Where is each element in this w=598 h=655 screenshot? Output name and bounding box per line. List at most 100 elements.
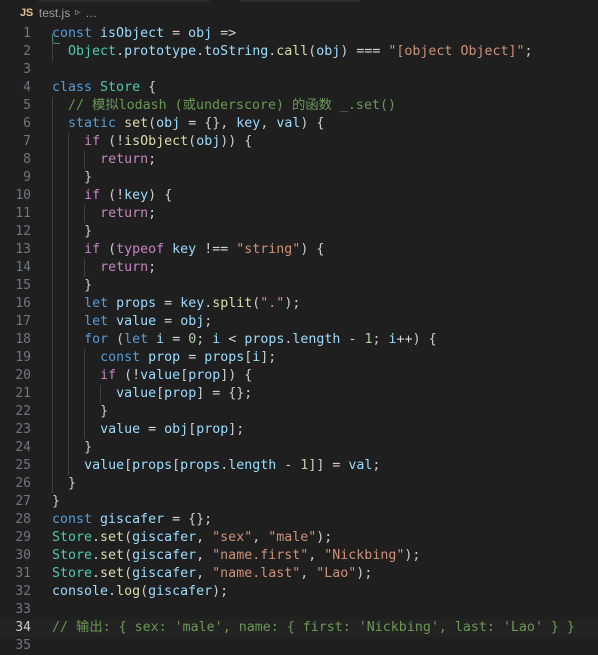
code-line[interactable]: 29 Store.set(giscafer, "sex", "male"); bbox=[0, 529, 598, 547]
code-text[interactable]: Store.set(giscafer, "name.last", "Lao"); bbox=[44, 565, 598, 583]
line-number: 32 bbox=[15, 584, 31, 599]
code-line[interactable]: 25 value[props[props.length - 1]] = val; bbox=[0, 457, 598, 475]
line-number: 7 bbox=[23, 134, 31, 149]
code-text[interactable]: value[prop] = {}; bbox=[44, 385, 598, 403]
code-line[interactable]: 20 if (!value[prop]) { bbox=[0, 367, 598, 385]
line-number: 29 bbox=[15, 530, 31, 545]
code-text[interactable]: let value = obj; bbox=[44, 313, 598, 331]
code-line[interactable]: 27} bbox=[0, 493, 598, 511]
code-tokens: const giscafer = {}; bbox=[52, 512, 213, 527]
code-text[interactable]: const isObject = obj => bbox=[44, 25, 598, 43]
code-text[interactable] bbox=[44, 601, 598, 619]
code-text[interactable]: Object.prototype.toString.call(obj) === … bbox=[44, 34, 598, 61]
code-line[interactable]: 19 const prop = props[i]; bbox=[0, 349, 598, 367]
code-line[interactable]: 18 for (let i = 0; i < props.length - 1;… bbox=[0, 331, 598, 349]
code-line[interactable]: 22 } bbox=[0, 403, 598, 421]
code-line[interactable]: 5 // 模拟lodash (或underscore) 的函数 _.set() bbox=[0, 97, 598, 115]
code-line[interactable]: 17 let value = obj; bbox=[0, 313, 598, 331]
code-tokens: value[props[props.length - 1]] = val; bbox=[84, 458, 381, 473]
code-line[interactable]: 30 Store.set(giscafer, "name.first", "Nic… bbox=[0, 547, 598, 565]
code-line[interactable]: 32 console.log(giscafer); bbox=[0, 583, 598, 601]
line-number: 21 bbox=[15, 386, 31, 401]
code-text[interactable]: value = obj[prop]; bbox=[44, 421, 598, 439]
code-text[interactable]: static set(obj = {}, key, val) { bbox=[44, 115, 598, 133]
line-number: 17 bbox=[15, 314, 31, 329]
chevron-right-icon: ▹ bbox=[75, 7, 81, 18]
code-editor[interactable]: 1 const isObject = obj => 2 Object.prototy… bbox=[0, 25, 598, 655]
code-text[interactable]: const giscafer = {}; bbox=[44, 511, 598, 529]
code-tokens: Store.set(giscafer, "name.first", "Nickb… bbox=[52, 548, 421, 563]
code-tokens: return; bbox=[100, 206, 157, 221]
code-text[interactable]: } bbox=[44, 403, 598, 421]
line-number: 22 bbox=[15, 404, 31, 419]
line-number: 9 bbox=[23, 170, 31, 185]
code-line[interactable]: 2 Object.prototype.toString.call(obj) ==… bbox=[0, 34, 598, 61]
breadcrumb-overflow[interactable]: … bbox=[85, 6, 97, 20]
code-tokens: let props = key.split("."); bbox=[84, 296, 301, 311]
code-line[interactable]: 12 } bbox=[0, 223, 598, 241]
line-number: 6 bbox=[23, 116, 31, 131]
code-tokens: } bbox=[52, 494, 61, 509]
code-text[interactable]: return; bbox=[44, 151, 598, 169]
code-line[interactable]: 15 } bbox=[0, 277, 598, 295]
code-line[interactable]: 9 } bbox=[0, 169, 598, 187]
code-text[interactable]: let props = key.split("."); bbox=[44, 295, 598, 313]
code-text[interactable]: if (typeof key !== "string") { bbox=[44, 241, 598, 259]
code-text[interactable]: } bbox=[44, 493, 598, 511]
code-line[interactable]: 31 Store.set(giscafer, "name.last", "Lao"… bbox=[0, 565, 598, 583]
code-tokens: Store.set(giscafer, "sex", "male"); bbox=[52, 530, 333, 545]
code-tokens: } bbox=[84, 278, 93, 293]
code-tokens: // 输出: { sex: 'male', name: { first: 'Ni… bbox=[52, 620, 575, 635]
line-number: 14 bbox=[15, 260, 31, 275]
code-tokens: } bbox=[100, 404, 109, 419]
code-line[interactable]: 4 class Store { bbox=[0, 79, 598, 97]
code-text[interactable]: value[props[props.length - 1]] = val; bbox=[44, 457, 598, 475]
code-line[interactable]: 24 } bbox=[0, 439, 598, 457]
code-text[interactable]: // 输出: { sex: 'male', name: { first: 'Ni… bbox=[44, 619, 598, 637]
code-text[interactable]: // 模拟lodash (或underscore) 的函数 _.set() bbox=[44, 97, 598, 115]
line-number: 13 bbox=[15, 242, 31, 257]
code-line[interactable]: 1 const isObject = obj => bbox=[0, 25, 598, 43]
js-file-icon: JS bbox=[20, 6, 33, 19]
code-line[interactable]: 14 return; bbox=[0, 259, 598, 277]
code-text[interactable]: for (let i = 0; i < props.length - 1; i+… bbox=[44, 331, 598, 349]
code-text[interactable]: } bbox=[44, 223, 598, 241]
code-tokens: static set(obj = {}, key, val) { bbox=[68, 116, 325, 131]
code-line[interactable]: 26 } bbox=[0, 475, 598, 493]
code-text[interactable]: if (!key) { bbox=[44, 187, 598, 205]
code-text[interactable]: const prop = props[i]; bbox=[44, 349, 598, 367]
code-text[interactable]: Store.set(giscafer, "name.first", "Nickb… bbox=[44, 547, 598, 565]
code-line[interactable]: 33 bbox=[0, 601, 598, 619]
code-line[interactable]: 23 value = obj[prop]; bbox=[0, 421, 598, 439]
code-text[interactable]: class Store { bbox=[44, 79, 598, 97]
code-text[interactable] bbox=[44, 637, 598, 655]
code-text[interactable]: } bbox=[44, 475, 598, 493]
code-tokens: } bbox=[84, 440, 93, 455]
code-tokens: return; bbox=[100, 152, 157, 167]
code-line[interactable]: 7 if (!isObject(obj)) { bbox=[0, 133, 598, 151]
code-text[interactable]: if (!isObject(obj)) { bbox=[44, 133, 598, 151]
code-text[interactable]: } bbox=[44, 169, 598, 187]
code-line[interactable]: 8 return; bbox=[0, 151, 598, 169]
code-text[interactable]: } bbox=[44, 439, 598, 457]
code-text[interactable]: return; bbox=[44, 259, 598, 277]
code-line[interactable]: 34 // 输出: { sex: 'male', name: { first: '… bbox=[0, 619, 598, 637]
line-number: 27 bbox=[15, 494, 31, 509]
code-line[interactable]: 10 if (!key) { bbox=[0, 187, 598, 205]
line-number: 15 bbox=[15, 278, 31, 293]
code-text[interactable]: Store.set(giscafer, "sex", "male"); bbox=[44, 529, 598, 547]
code-text[interactable]: return; bbox=[44, 205, 598, 223]
code-line[interactable]: 11 return; bbox=[0, 205, 598, 223]
breadcrumb-file[interactable]: JS test.js bbox=[20, 6, 70, 20]
code-text[interactable] bbox=[44, 61, 598, 79]
code-line[interactable]: 6 static set(obj = {}, key, val) { bbox=[0, 115, 598, 133]
code-line[interactable]: 21 value[prop] = {}; bbox=[0, 385, 598, 403]
code-text[interactable]: console.log(giscafer); bbox=[44, 583, 598, 601]
code-line[interactable]: 16 let props = key.split("."); bbox=[0, 295, 598, 313]
code-line[interactable]: 13 if (typeof key !== "string") { bbox=[0, 241, 598, 259]
code-line[interactable]: 35 bbox=[0, 637, 598, 655]
code-line[interactable]: 3 bbox=[0, 61, 598, 79]
code-text[interactable]: if (!value[prop]) { bbox=[44, 367, 598, 385]
code-text[interactable]: } bbox=[44, 277, 598, 295]
code-line[interactable]: 28 const giscafer = {}; bbox=[0, 511, 598, 529]
